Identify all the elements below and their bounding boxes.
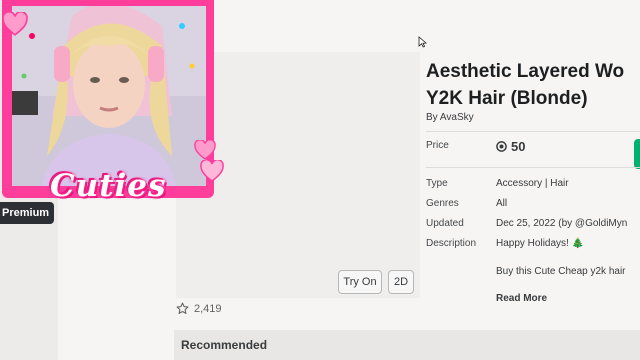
detail-value-description: Happy Holidays! 🎄	[496, 238, 585, 249]
recommended-heading: Recommended	[174, 330, 640, 360]
cursor-icon	[418, 36, 427, 48]
premium-label: Premium	[2, 207, 50, 219]
star-icon	[176, 302, 189, 314]
item-title-line-2: Y2K Hair (Blonde)	[426, 88, 588, 109]
webcam-frame: Cuties	[2, 0, 214, 204]
price-amount: 50	[511, 139, 526, 154]
creator-byline: By AvaSky	[426, 112, 474, 123]
heart-icon	[194, 140, 216, 160]
webcam-person-image	[12, 6, 206, 186]
overlay-caption: Cuties	[50, 168, 167, 204]
heart-icon	[2, 12, 28, 36]
detail-value-genres: All	[496, 198, 508, 209]
buy-button[interactable]	[634, 139, 640, 169]
by-label: By	[426, 112, 438, 123]
description-more-text: Buy this Cute Cheap y2k hair	[496, 266, 626, 277]
detail-label-updated: Updated	[426, 218, 464, 229]
price-value: 50	[496, 139, 525, 154]
webcam-feed	[12, 6, 206, 186]
heart-icon	[200, 160, 224, 182]
divider	[426, 167, 640, 168]
price-label: Price	[426, 140, 449, 151]
view-2d-button[interactable]: 2D	[388, 270, 414, 294]
detail-value-type: Accessory | Hair	[496, 178, 569, 189]
try-on-button[interactable]: Try On	[338, 270, 382, 294]
robux-icon	[496, 141, 507, 152]
detail-label-type: Type	[426, 178, 448, 189]
favorite-button[interactable]: 2,419	[176, 302, 222, 315]
divider	[426, 131, 640, 132]
favorites-count: 2,419	[194, 302, 222, 315]
item-title-line-1: Aesthetic Layered Wo	[426, 61, 625, 82]
detail-label-description: Description	[426, 238, 477, 249]
read-more-link[interactable]: Read More	[496, 293, 547, 304]
item-title: Aesthetic Layered Wo Y2K Hair (Blonde)	[426, 58, 640, 112]
detail-label-genres: Genres	[426, 198, 459, 209]
creator-link[interactable]: AvaSky	[440, 112, 474, 123]
webcam-overlay: Cuties	[0, 0, 224, 208]
detail-value-updated: Dec 25, 2022 (by @GoldiMyn	[496, 218, 628, 229]
